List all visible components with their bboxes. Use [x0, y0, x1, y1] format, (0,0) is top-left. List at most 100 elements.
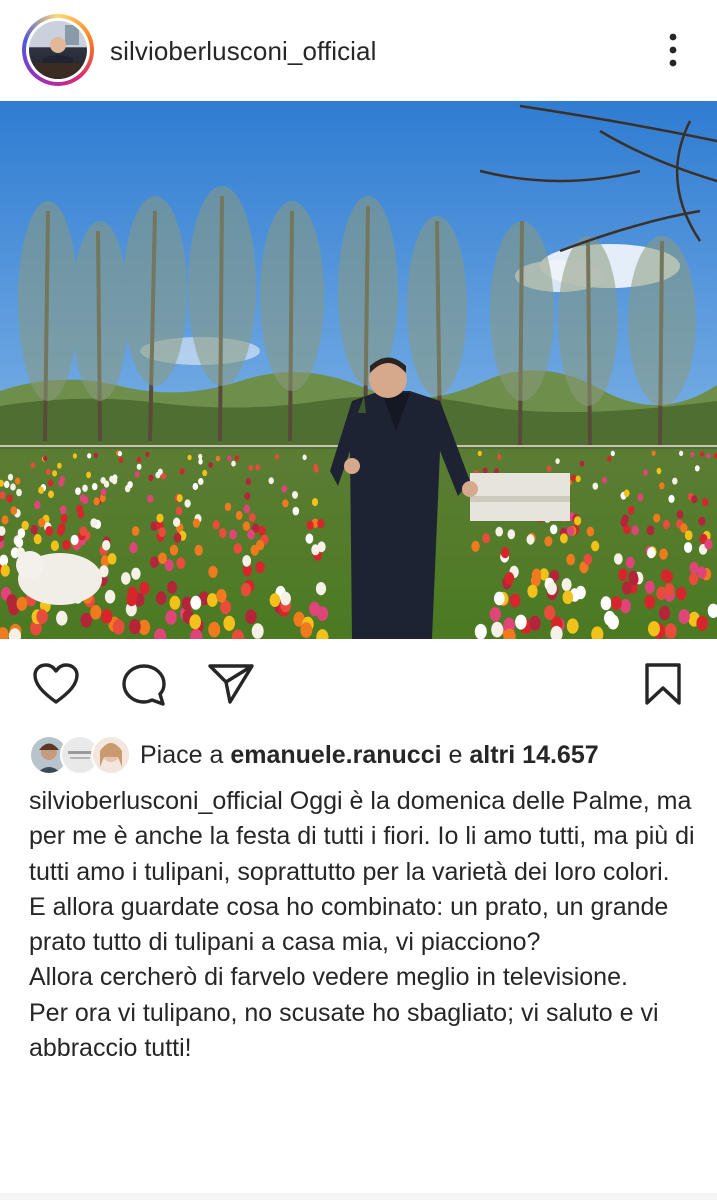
- tulip-flower: [6, 494, 13, 503]
- tulip-flower: [248, 464, 254, 471]
- tulip-flower: [187, 454, 192, 461]
- tulip-flower: [668, 494, 675, 503]
- tulip-flower: [158, 552, 167, 564]
- tulip-flower: [706, 453, 711, 459]
- tulip-flower: [504, 572, 515, 585]
- tulip-flower: [305, 533, 314, 544]
- tulip-flower: [90, 605, 102, 620]
- tulip-flower: [231, 460, 236, 467]
- tulip-flower: [515, 614, 527, 630]
- tulip-flower: [699, 451, 705, 457]
- tulip-flower: [644, 580, 655, 594]
- tulip-flower: [70, 534, 79, 546]
- tulip-flower: [691, 495, 698, 504]
- tulip-flower: [495, 526, 504, 537]
- tulip-flower: [194, 544, 203, 556]
- tulip-flower: [90, 518, 98, 528]
- tulip-flower: [223, 615, 235, 631]
- comment-icon[interactable]: [120, 662, 168, 713]
- tulip-flower: [697, 566, 707, 579]
- tulip-flower: [647, 547, 656, 559]
- tulip-flower: [659, 548, 668, 560]
- caption-line: E allora guardate cosa ho combinato: un …: [29, 892, 669, 957]
- tulip-flower: [546, 465, 552, 472]
- heart-icon[interactable]: [32, 662, 80, 711]
- tulip-flower: [607, 456, 612, 462]
- tulip-flower: [313, 463, 319, 471]
- tulip-flower: [160, 472, 167, 480]
- tulip-flower: [679, 450, 684, 456]
- tulip-flower: [560, 533, 568, 544]
- tulip-flower: [248, 513, 256, 522]
- post-photo[interactable]: [0, 101, 717, 639]
- tulip-flower: [696, 615, 708, 631]
- caption-line: Per ora vi tulipano, no scusate ho sbagl…: [29, 998, 659, 1063]
- likes-count-link[interactable]: altri 14.657: [469, 741, 598, 769]
- post-username[interactable]: silvioberlusconi_official: [110, 36, 377, 67]
- tulip-flower: [57, 462, 62, 469]
- tulip-flower: [16, 488, 22, 497]
- tulip-flower: [610, 450, 615, 457]
- tulip-flower: [566, 618, 579, 634]
- tulip-flower: [30, 462, 36, 469]
- tulip-flower: [526, 534, 535, 545]
- tulip-flower: [544, 536, 553, 547]
- tulip-flower: [82, 484, 88, 492]
- tulip-flower: [198, 478, 204, 485]
- tulip-flower: [477, 450, 482, 457]
- tulip-flower: [59, 475, 65, 483]
- tulip-flower: [500, 547, 510, 559]
- tulip-flower: [300, 622, 313, 638]
- tulip-flower: [147, 494, 154, 503]
- tulip-flower: [155, 591, 167, 605]
- tulip-flower: [676, 586, 687, 601]
- more-options-icon[interactable]: [655, 30, 691, 70]
- tulip-flower: [34, 500, 41, 510]
- tulip-flower: [112, 619, 125, 635]
- tulip-flower: [224, 502, 232, 512]
- tulip-flower: [149, 556, 159, 568]
- tulip-flower: [306, 520, 314, 530]
- tulip-flower: [75, 487, 81, 496]
- tulip-flower: [474, 623, 487, 639]
- tulip-flower: [592, 482, 599, 490]
- tulip-flower: [192, 482, 199, 491]
- tulip-flower: [50, 540, 60, 551]
- tulip-flower: [245, 609, 257, 625]
- tulip-flower: [131, 526, 140, 536]
- tulip-flower: [482, 533, 490, 544]
- tulip-flower: [561, 578, 572, 592]
- tulip-flower: [625, 556, 635, 569]
- tulip-flower: [148, 474, 154, 482]
- tulip-flower: [566, 553, 576, 566]
- tulip-flower: [107, 553, 117, 565]
- post-caption: silvioberlusconi_official Oggi è la dome…: [29, 784, 701, 1066]
- tulip-flower: [227, 455, 232, 462]
- avatar[interactable]: [22, 14, 94, 86]
- tulip-flower: [156, 513, 164, 523]
- tulip-flower: [173, 532, 182, 543]
- bookmark-icon[interactable]: [643, 662, 683, 711]
- caption-username[interactable]: silvioberlusconi_official: [29, 787, 283, 815]
- tulip-flower: [62, 539, 71, 551]
- tulip-flower: [48, 490, 54, 499]
- tulip-flower: [664, 623, 677, 639]
- tulip-flower: [602, 476, 608, 484]
- send-icon[interactable]: [206, 662, 256, 711]
- tulip-flower: [176, 557, 186, 569]
- first-liker-link[interactable]: emanuele.ranucci: [230, 741, 441, 769]
- tulip-flower: [145, 451, 150, 457]
- tulip-flower: [583, 553, 593, 566]
- tulip-flower: [3, 480, 10, 488]
- tulip-flower: [10, 506, 18, 515]
- tulip-flower: [82, 496, 89, 505]
- tulip-flower: [607, 614, 619, 630]
- caption-paragraph: silvioberlusconi_official Oggi è la dome…: [29, 784, 701, 890]
- tulip-flower: [627, 506, 635, 515]
- tulip-flower: [17, 528, 26, 539]
- tulip-flower: [155, 471, 161, 479]
- tulip-flower: [139, 581, 150, 595]
- tulip-flower: [176, 494, 183, 503]
- tulip-flower: [662, 519, 671, 530]
- tulip-flower: [167, 580, 178, 594]
